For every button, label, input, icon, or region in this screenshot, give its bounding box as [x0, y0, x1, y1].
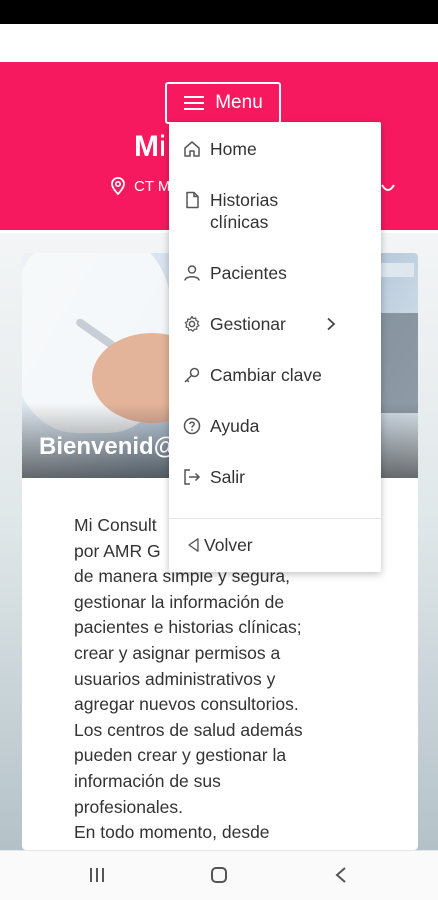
menu-item-home[interactable]: Home — [183, 138, 257, 160]
status-bar — [0, 0, 438, 24]
gear-icon — [184, 315, 200, 332]
intro-line: pacientes e historias clínicas; — [74, 617, 302, 638]
intro-line: gestionar la información de — [74, 591, 285, 612]
intro-line: crear y asignar permisos a — [74, 642, 281, 663]
chevron-right-icon — [327, 317, 336, 331]
location-line: CT M — [110, 177, 174, 195]
menu-item-gestionar[interactable]: Gestionar — [183, 313, 286, 335]
recent-apps-icon[interactable] — [88, 866, 106, 884]
android-nav-bar — [0, 850, 438, 900]
top-spacer — [0, 24, 438, 62]
intro-line: agregar nuevos consultorios. — [74, 694, 299, 715]
menu-divider — [169, 518, 381, 519]
home-nav-icon[interactable] — [210, 866, 228, 884]
intro-line: usuarios administrativos y — [74, 668, 276, 689]
back-nav-icon[interactable] — [334, 866, 348, 884]
menu-item-pacientes[interactable]: Pacientes — [183, 262, 287, 284]
location-pin-icon — [111, 177, 125, 195]
help-circle-icon — [183, 417, 201, 435]
menu-dropdown: Home Historias clínicas Pacientes Gestio… — [169, 122, 381, 572]
menu-item-salir[interactable]: Salir — [183, 466, 245, 488]
user-icon — [184, 265, 200, 281]
welcome-heading: Bienvenid@ — [39, 433, 178, 460]
menu-button-label: Menu — [215, 92, 263, 113]
menu-item-ayuda[interactable]: Ayuda — [183, 415, 259, 437]
location-text: CT M — [134, 177, 171, 195]
intro-line: pueden crear y gestionar la — [74, 745, 287, 766]
logout-icon — [184, 469, 201, 485]
page-title: Mi — [134, 130, 164, 163]
intro-line: información de sus — [74, 770, 221, 791]
location-text-tail — [380, 183, 396, 197]
back-triangle-icon — [188, 538, 199, 552]
intro-line: Los centros de salud además — [74, 719, 303, 740]
home-icon — [184, 141, 200, 157]
hamburger-icon — [184, 96, 205, 110]
document-icon — [186, 191, 199, 209]
menu-item-historias[interactable]: Historias clínicas — [183, 189, 320, 233]
intro-line: En todo momento, desde — [74, 822, 270, 843]
menu-back-button[interactable]: Volver — [187, 534, 253, 556]
menu-item-cambiar-clave[interactable]: Cambiar clave — [183, 364, 322, 386]
intro-line: profesionales. — [74, 796, 183, 817]
key-icon — [184, 367, 200, 383]
menu-button[interactable]: Menu — [165, 82, 281, 124]
